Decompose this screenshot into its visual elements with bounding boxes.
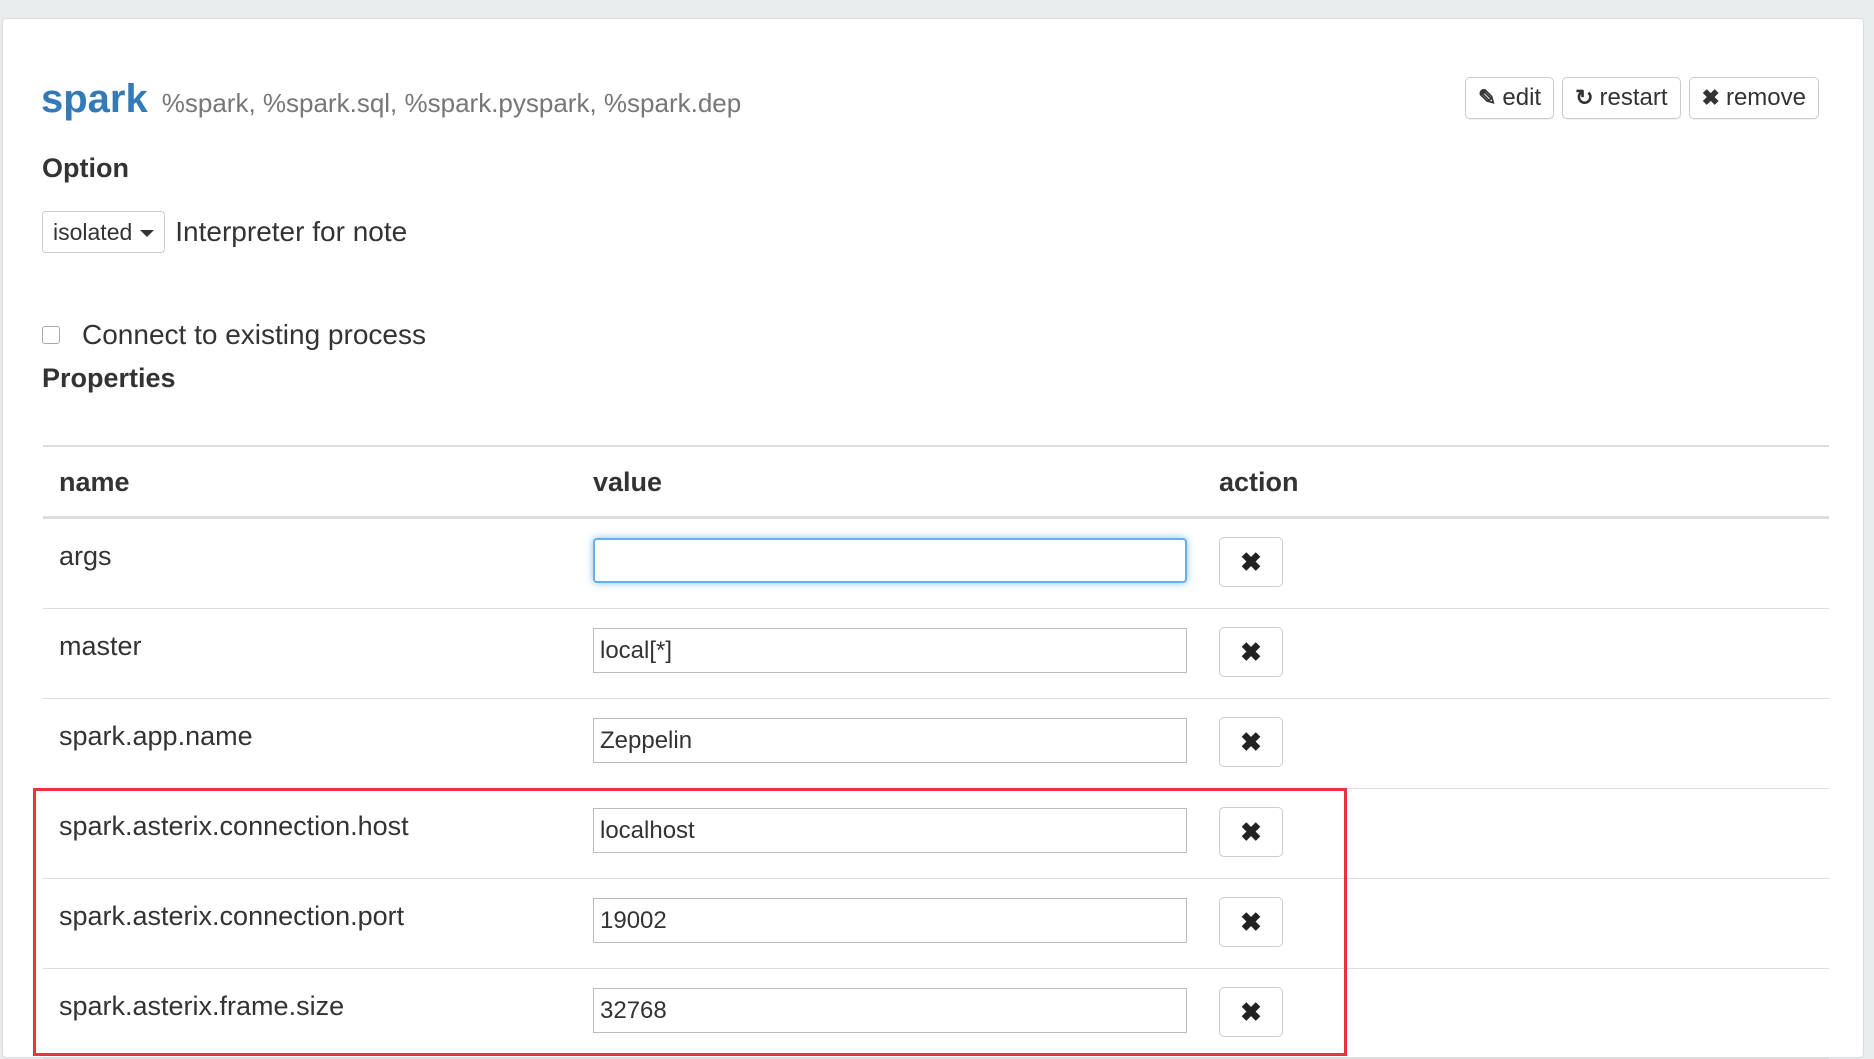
property-name: args bbox=[59, 541, 112, 571]
interpreter-mode-value: isolated bbox=[53, 218, 133, 245]
table-row: args ✖ bbox=[43, 519, 1829, 609]
interpreter-name[interactable]: spark bbox=[41, 77, 148, 122]
table-row: spark.app.name ✖ bbox=[43, 699, 1829, 789]
property-name: spark.asterix.connection.port bbox=[59, 901, 405, 931]
column-header-name: name bbox=[59, 467, 130, 497]
close-icon: ✖ bbox=[1240, 726, 1262, 757]
property-value-input[interactable] bbox=[593, 808, 1187, 853]
interpreter-mode-description: Interpreter for note bbox=[175, 216, 408, 247]
table-row: spark.asterix.frame.size ✖ bbox=[43, 969, 1829, 1059]
interpreter-bindings: %spark, %spark.sql, %spark.pyspark, %spa… bbox=[161, 88, 742, 118]
close-icon: ✖ bbox=[1240, 996, 1262, 1027]
property-value-input[interactable] bbox=[593, 988, 1187, 1033]
table-row: spark.asterix.connection.host ✖ bbox=[43, 789, 1829, 879]
remove-property-button[interactable]: ✖ bbox=[1219, 537, 1283, 587]
interpreter-mode-dropdown[interactable]: isolated bbox=[42, 211, 166, 253]
remove-property-button[interactable]: ✖ bbox=[1219, 987, 1283, 1037]
column-header-action: action bbox=[1219, 467, 1299, 497]
property-value-input[interactable] bbox=[593, 718, 1187, 763]
property-name: master bbox=[59, 631, 142, 661]
connect-existing-label: Connect to existing process bbox=[82, 319, 426, 350]
property-name: spark.asterix.connection.host bbox=[59, 811, 409, 841]
close-icon: ✖ bbox=[1701, 85, 1720, 110]
property-name: spark.app.name bbox=[59, 721, 253, 751]
close-icon: ✖ bbox=[1240, 906, 1262, 937]
restart-label: restart bbox=[1599, 84, 1668, 111]
caret-down-icon bbox=[140, 229, 155, 237]
column-header-value: value bbox=[593, 467, 663, 497]
interpreter-panel: spark %spark, %spark.sql, %spark.pyspark… bbox=[2, 18, 1864, 1059]
pencil-icon: ✎ bbox=[1477, 85, 1497, 110]
remove-property-button[interactable]: ✖ bbox=[1219, 627, 1283, 677]
table-row: spark.asterix.connection.port ✖ bbox=[43, 879, 1829, 969]
table-row: master ✖ bbox=[43, 609, 1829, 699]
connect-existing-checkbox[interactable] bbox=[42, 326, 60, 344]
properties-table: name value action args ✖ master ✖ spark.… bbox=[43, 445, 1829, 1059]
refresh-icon: ↻ bbox=[1575, 85, 1594, 110]
option-heading: Option bbox=[42, 153, 129, 183]
edit-label: edit bbox=[1502, 84, 1542, 111]
remove-property-button[interactable]: ✖ bbox=[1219, 807, 1283, 857]
close-icon: ✖ bbox=[1240, 816, 1262, 847]
remove-property-button[interactable]: ✖ bbox=[1219, 717, 1283, 767]
property-value-input[interactable] bbox=[593, 898, 1187, 943]
edit-button[interactable]: ✎ edit bbox=[1464, 77, 1555, 119]
interpreter-actions: ✎ edit ↻ restart ✖ remove bbox=[1464, 77, 1819, 119]
property-value-input[interactable] bbox=[593, 628, 1187, 673]
close-icon: ✖ bbox=[1240, 546, 1262, 577]
remove-property-button[interactable]: ✖ bbox=[1219, 897, 1283, 947]
restart-button[interactable]: ↻ restart bbox=[1562, 77, 1681, 119]
properties-heading: Properties bbox=[42, 363, 176, 393]
connect-existing-row: Connect to existing process bbox=[42, 319, 426, 351]
property-value-input[interactable] bbox=[593, 538, 1187, 583]
remove-button[interactable]: ✖ remove bbox=[1688, 77, 1819, 119]
property-name: spark.asterix.frame.size bbox=[59, 991, 345, 1021]
remove-label: remove bbox=[1725, 84, 1806, 111]
option-row: isolated Interpreter for note bbox=[42, 211, 407, 253]
close-icon: ✖ bbox=[1240, 636, 1262, 667]
table-header: name value action bbox=[43, 445, 1829, 519]
interpreter-header: spark %spark, %spark.sql, %spark.pyspark… bbox=[41, 77, 741, 122]
